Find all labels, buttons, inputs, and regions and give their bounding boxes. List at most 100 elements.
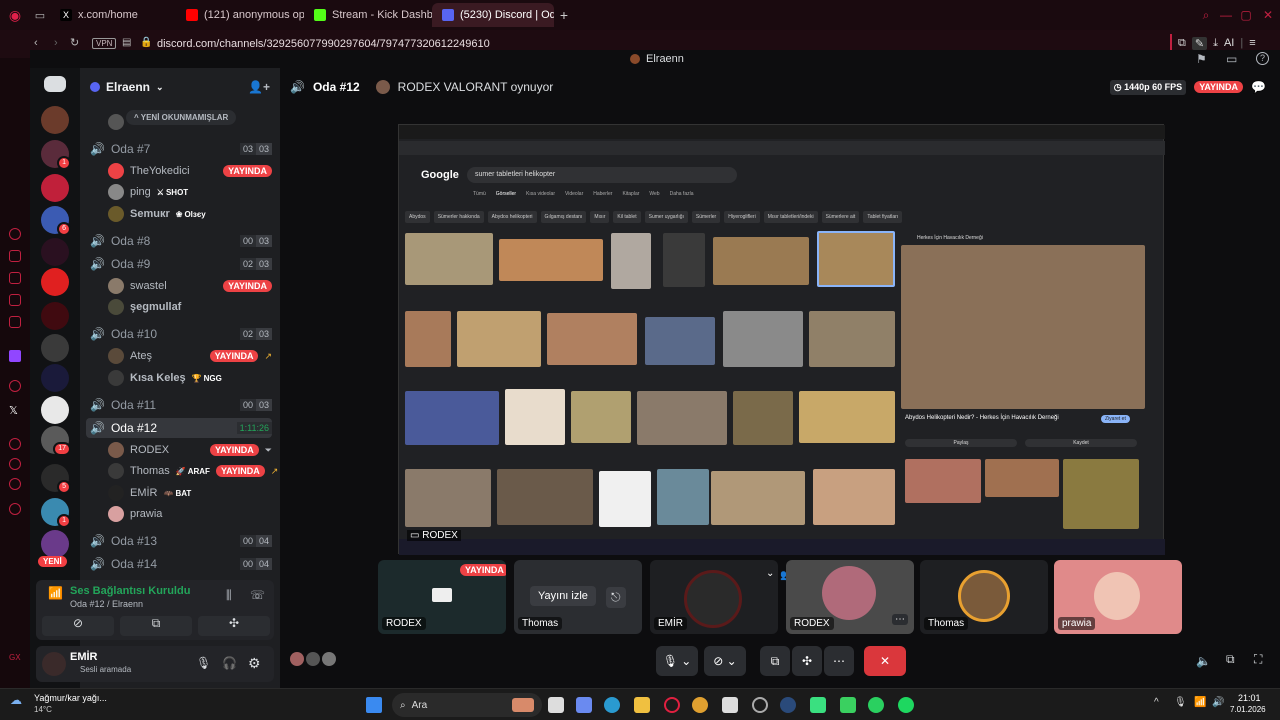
voice-user[interactable]: TheYokedici YAYINDA: [108, 161, 272, 181]
sidebar-player-icon[interactable]: [9, 380, 21, 392]
channel-oda-9[interactable]: 🔊 Oda #9 02 03: [86, 254, 272, 274]
voice-user[interactable]: ping ⚔ SHOT: [108, 182, 272, 202]
fullscreen-icon[interactable]: ⛶: [1254, 652, 1262, 667]
channel-oda-13[interactable]: 🔊 Oda #13 00 04: [86, 531, 272, 551]
edge-icon[interactable]: [604, 697, 620, 713]
tab-menu-icon[interactable]: ▭: [30, 9, 50, 22]
voice-user[interactable]: EMİR 🦇 BAT: [108, 483, 272, 503]
more-options-icon[interactable]: ⋯: [892, 614, 908, 625]
spotify-icon[interactable]: [898, 697, 914, 713]
camera-off-button[interactable]: ⊘: [42, 616, 114, 636]
extensions-icon[interactable]: ⧉: [1178, 37, 1186, 50]
screen-share-button[interactable]: ⧉: [120, 616, 192, 636]
activity-button[interactable]: ✣: [792, 646, 822, 676]
chevron-down-icon[interactable]: ⌄: [766, 568, 774, 579]
reload-icon[interactable]: ↻: [70, 36, 79, 49]
new-badge[interactable]: YENİ: [38, 556, 67, 567]
url-text[interactable]: discord.com/channels/329256077990297604/…: [157, 38, 490, 50]
channel-oda-10[interactable]: 🔊 Oda #10 02 03: [86, 324, 272, 344]
server-icon-1[interactable]: [41, 106, 69, 134]
channel-oda-11[interactable]: 🔊 Oda #11 00 03: [86, 395, 272, 415]
opera-gx-icon[interactable]: [664, 697, 680, 713]
screen-icon[interactable]: ▭: [1226, 52, 1237, 66]
participant-tile[interactable]: RODEX ⋯: [786, 560, 914, 634]
sidebar-instagram-icon[interactable]: [9, 294, 21, 306]
shared-screen[interactable]: Google sumer tabletleri helikopter Tümü …: [398, 124, 1165, 555]
channel-oda-12[interactable]: 🔊 Oda #12 1:11:26: [86, 418, 272, 438]
more-button[interactable]: ⋯: [824, 646, 854, 676]
steam-icon[interactable]: [780, 697, 796, 713]
participant-tile[interactable]: YAYINDA RODEX: [378, 560, 506, 634]
participant-tile[interactable]: Yayını izle ⎋ Thomas: [514, 560, 642, 634]
popout-icon[interactable]: ⧉: [1226, 652, 1235, 667]
channel-oda-14[interactable]: 🔊 Oda #14 00 04: [86, 554, 272, 574]
disconnect-icon[interactable]: ☏: [250, 588, 265, 602]
app-icon[interactable]: [752, 697, 768, 713]
chrome-icon[interactable]: [692, 697, 708, 713]
game-icon[interactable]: [840, 697, 856, 713]
help-icon[interactable]: ?: [1256, 52, 1269, 65]
tab-discord[interactable]: (5230) Discord | Oda #12: [432, 3, 554, 27]
chat-icon[interactable]: 💬: [1251, 80, 1266, 94]
server-icon-14[interactable]: [41, 530, 69, 558]
mic-tray-icon[interactable]: 🎙: [1174, 697, 1187, 708]
sidebar-settings-icon[interactable]: [9, 478, 21, 490]
voice-user[interactable]: RODEX YAYINDA ⏷: [108, 440, 272, 460]
participant-avatars[interactable]: [290, 652, 336, 666]
maximize-icon[interactable]: ▢: [1236, 8, 1256, 22]
participant-tile[interactable]: prawia: [1054, 560, 1182, 634]
add-member-icon[interactable]: 👤+: [248, 80, 270, 94]
server-icon-8[interactable]: [41, 334, 69, 362]
tab-kick[interactable]: Stream - Kick Dashboard: [304, 3, 432, 27]
riot-icon[interactable]: [810, 697, 826, 713]
voice-user[interactable]: Thomas 🚀 ARAF YAYINDA ↗: [108, 461, 278, 481]
participant-tile[interactable]: Thomas: [920, 560, 1048, 634]
ai-button[interactable]: AI: [1224, 37, 1234, 49]
sidebar-more-icon[interactable]: [9, 503, 21, 515]
start-icon[interactable]: [366, 697, 382, 713]
headphone-icon[interactable]: 🎧: [222, 656, 237, 670]
voice-user[interactable]: swastel YAYINDA: [108, 276, 272, 296]
x-sidebar-icon[interactable]: 𝕏: [9, 404, 18, 417]
activities-button[interactable]: ✣: [198, 616, 270, 636]
voice-status[interactable]: Ses Bağlantısı Kuruldu: [70, 585, 190, 597]
forward-icon[interactable]: ›: [54, 37, 58, 49]
voice-channel[interactable]: Oda #12 / Elraenn: [70, 599, 143, 609]
channel-oda-7[interactable]: 🔊 Oda #7 03 03: [86, 139, 272, 159]
participant-tile[interactable]: EMİR ⌄: [650, 560, 778, 634]
tray-chevron-icon[interactable]: ^: [1154, 697, 1159, 708]
volume-icon[interactable]: 🔈: [1196, 654, 1211, 668]
whatsapp-icon[interactable]: [868, 697, 884, 713]
server-icon-7[interactable]: [41, 302, 69, 330]
popout-icon[interactable]: ⎋: [606, 587, 626, 608]
settings-gear-icon[interactable]: ⚙: [248, 655, 261, 672]
mic-icon[interactable]: 🎙: [196, 656, 211, 670]
server-icon-9[interactable]: [41, 364, 69, 392]
voice-user[interactable]: prawia: [108, 504, 272, 524]
sidebar-clock2-icon[interactable]: [9, 438, 21, 450]
taskbar-search[interactable]: ⌕ Ara: [392, 693, 542, 717]
sidebar-clock-icon[interactable]: [9, 228, 21, 240]
server-icon-4[interactable]: 6: [41, 206, 71, 236]
new-tab-icon[interactable]: +: [554, 7, 574, 23]
store-icon[interactable]: [722, 697, 738, 713]
noise-icon[interactable]: ⫼: [226, 588, 232, 603]
voice-user[interactable]: şegmullaf: [108, 297, 272, 317]
voice-user[interactable]: Kısa Keleş 🏆 NGG: [108, 368, 272, 388]
server-header[interactable]: Elraenn ⌄ 👤+: [80, 72, 280, 102]
voice-user[interactable]: Ateş YAYINDA ↗: [108, 346, 272, 366]
server-icon-12[interactable]: 5: [41, 464, 71, 494]
sidebar-messenger-icon[interactable]: [9, 272, 21, 284]
list-item[interactable]: [108, 112, 272, 132]
inbox-icon[interactable]: ⚑: [1196, 52, 1207, 66]
server-icon-6[interactable]: [41, 268, 69, 296]
minimize-icon[interactable]: —: [1216, 8, 1236, 22]
camera-button[interactable]: ⊘ ⌄: [704, 646, 746, 676]
opera-gx-icon[interactable]: ◉: [0, 7, 30, 24]
screen-share-button[interactable]: ⧉: [760, 646, 790, 676]
close-icon[interactable]: ✕: [1256, 8, 1280, 22]
leave-call-button[interactable]: ✕: [864, 646, 906, 676]
pinned-icon[interactable]: ✎: [1191, 36, 1208, 50]
server-icon-2[interactable]: 1: [41, 140, 71, 170]
menu-icon[interactable]: ≡: [1249, 37, 1255, 49]
